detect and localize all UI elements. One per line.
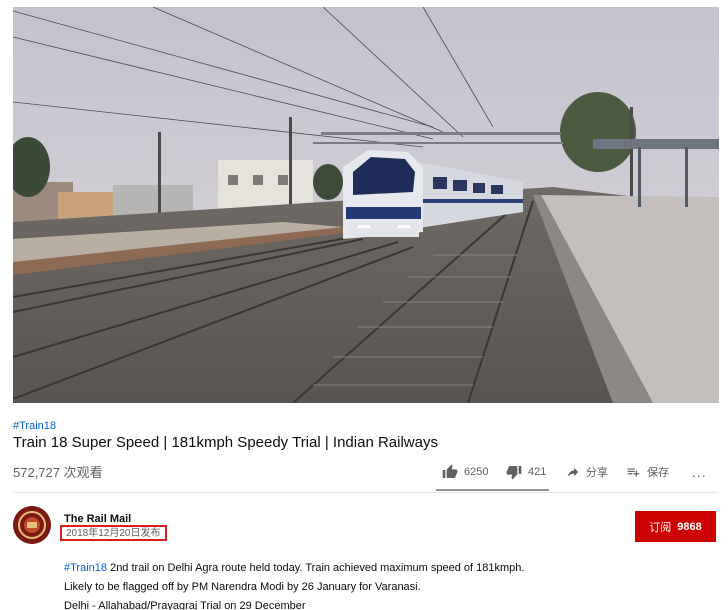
thumb-up-icon xyxy=(442,464,458,478)
video-actions-bar: 6250 421 分享 保存 ... xyxy=(436,458,716,486)
video-player[interactable] xyxy=(13,7,719,403)
dislike-button[interactable]: 421 xyxy=(506,458,546,486)
subscribe-label: 订阅 xyxy=(649,521,672,534)
description-line-1: #Train18 2nd trail on Delhi Agra route h… xyxy=(64,559,524,578)
like-count: 6250 xyxy=(464,466,489,478)
video-frame-image xyxy=(13,7,719,403)
description-line-1-text: 2nd trail on Delhi Agra route held today… xyxy=(107,562,525,574)
channel-name-link[interactable]: The Rail Mail xyxy=(64,513,131,525)
more-icon: ... xyxy=(692,464,707,480)
save-playlist-icon xyxy=(627,468,640,477)
share-button[interactable]: 分享 xyxy=(566,458,608,486)
save-label: 保存 xyxy=(647,467,669,479)
subscriber-count: 9868 xyxy=(677,520,702,533)
more-actions-button[interactable]: ... xyxy=(692,458,707,486)
video-hashtag-link[interactable]: #Train18 xyxy=(13,420,56,432)
divider xyxy=(13,492,718,493)
share-label: 分享 xyxy=(586,467,608,479)
share-icon xyxy=(567,467,579,477)
save-button[interactable]: 保存 xyxy=(626,458,669,486)
thumb-down-icon xyxy=(506,466,522,480)
channel-logo-icon xyxy=(13,506,51,544)
like-ratio-bar xyxy=(436,489,549,491)
description-line-2: Likely to be flagged off by PM Narendra … xyxy=(64,581,421,593)
video-description: #Train18 2nd trail on Delhi Agra route h… xyxy=(64,559,524,610)
publish-date: 2018年12月20日发布 xyxy=(60,525,167,541)
channel-avatar[interactable] xyxy=(13,506,51,544)
view-count: 572,727 次观看 xyxy=(13,465,103,480)
description-hashtag-link[interactable]: #Train18 xyxy=(64,562,107,574)
like-button[interactable]: 6250 xyxy=(442,458,488,486)
description-line-3: Delhi - Allahabad/Prayagraj Trial on 29 … xyxy=(64,600,306,610)
subscribe-button[interactable]: 订阅 9868 xyxy=(635,511,716,542)
dislike-count: 421 xyxy=(528,466,547,478)
video-title: Train 18 Super Speed | 181kmph Speedy Tr… xyxy=(13,434,438,451)
